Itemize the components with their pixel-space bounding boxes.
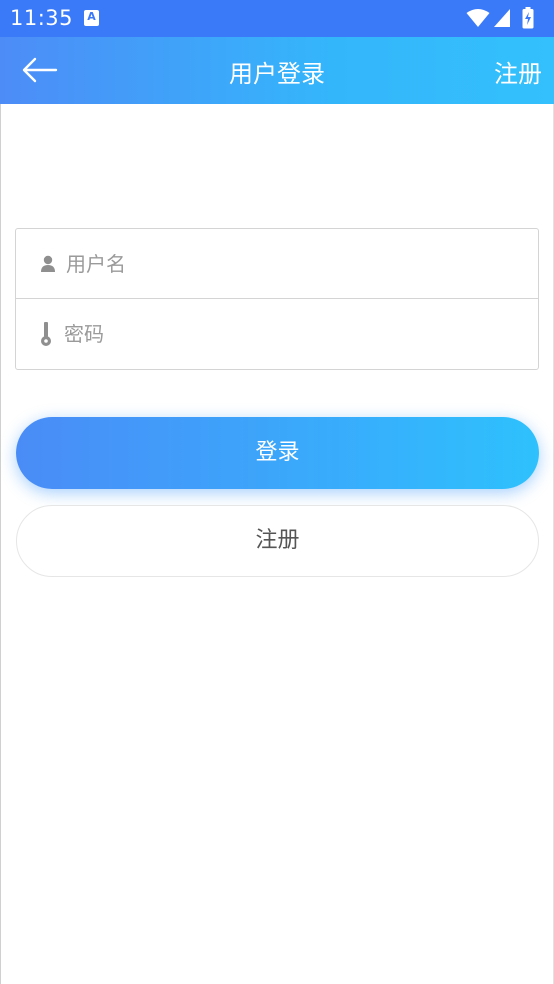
wifi-icon [466,9,490,27]
register-button[interactable]: 注册 [16,505,539,577]
page-title: 用户登录 [229,60,325,88]
header-register-link[interactable]: 注册 [494,54,542,89]
status-icons [466,7,546,29]
login-button[interactable]: 登录 [16,417,539,489]
status-time: 11:35 [10,6,74,30]
username-row [16,229,538,299]
app-notification-icon: A [84,10,99,26]
key-icon [41,322,51,346]
password-input[interactable] [64,299,528,368]
signal-icon [494,9,510,27]
battery-charging-icon [522,7,534,29]
user-icon [41,255,55,272]
frame-border-left [0,104,1,984]
username-input[interactable] [66,229,528,298]
login-form [15,228,539,370]
status-bar: 11:35 A [0,0,554,37]
app-header: 用户登录 注册 [0,37,554,104]
password-row [16,299,538,369]
